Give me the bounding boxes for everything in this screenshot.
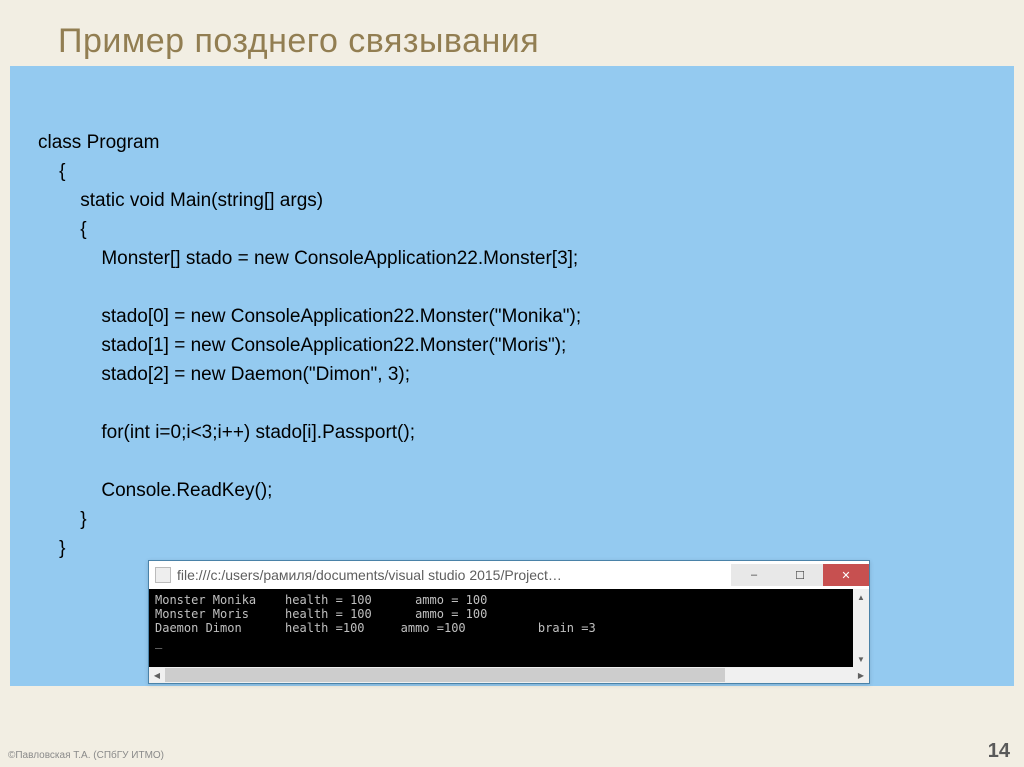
vertical-scrollbar[interactable]: ▲ ▼ (853, 589, 869, 667)
window-buttons: ‒ ☐ ✕ (731, 564, 869, 586)
scroll-thumb[interactable] (165, 668, 725, 682)
console-titlebar[interactable]: file:///c:/users/рамиля/documents/visual… (149, 561, 869, 589)
scroll-left-icon[interactable]: ◀ (149, 667, 165, 683)
console-output: Monster Monika health = 100 ammo = 100 M… (149, 589, 869, 667)
scroll-right-icon[interactable]: ▶ (853, 667, 869, 683)
console-window: file:///c:/users/рамиля/documents/visual… (148, 560, 870, 684)
slide: Пример позднего связывания class Program… (0, 0, 1024, 767)
close-button[interactable]: ✕ (823, 564, 869, 586)
code-text: class Program { static void Main(string[… (38, 128, 986, 563)
scroll-down-icon[interactable]: ▼ (853, 651, 869, 667)
scroll-up-icon[interactable]: ▲ (853, 589, 869, 605)
console-path: file:///c:/users/рамиля/documents/visual… (177, 567, 731, 583)
scroll-track[interactable] (725, 667, 853, 683)
slide-title: Пример позднего связывания (0, 0, 1024, 61)
maximize-button[interactable]: ☐ (777, 564, 823, 586)
minimize-button[interactable]: ‒ (731, 564, 777, 586)
console-app-icon (155, 567, 171, 583)
horizontal-scrollbar[interactable]: ◀ ▶ (149, 667, 869, 683)
console-body-wrap: Monster Monika health = 100 ammo = 100 M… (149, 589, 869, 667)
footer-copyright: ©Павловская Т.А. (СПбГУ ИТМО) (8, 750, 164, 761)
page-number: 14 (988, 740, 1010, 763)
